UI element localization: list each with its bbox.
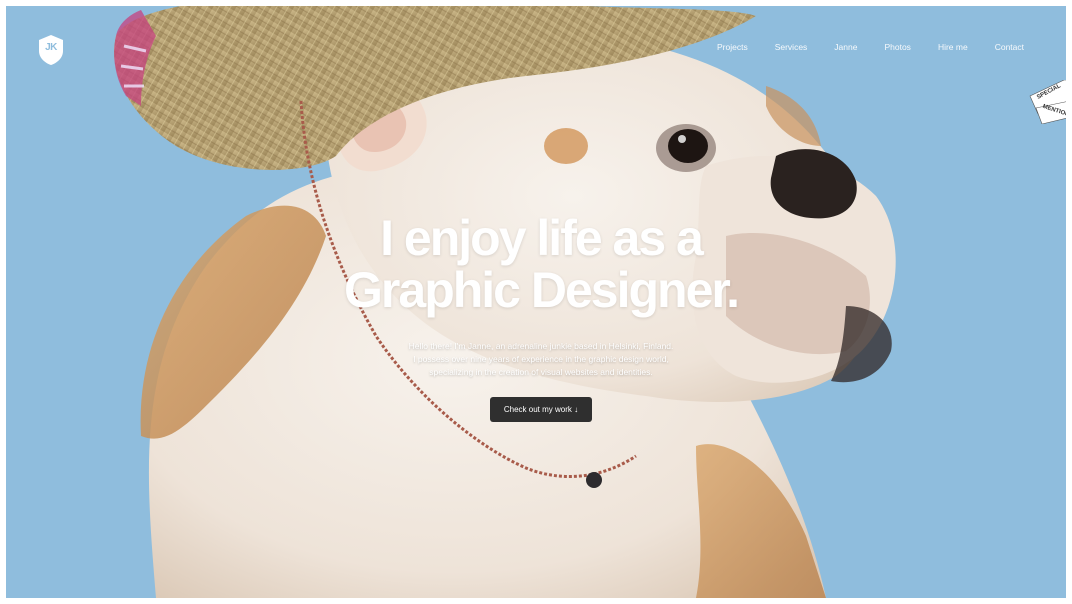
nav-item-projects[interactable]: Projects (717, 42, 748, 52)
hero-content: I enjoy life as a Graphic Designer. Hell… (306, 212, 776, 422)
hero-intro-line3: specializing in the creation of visual w… (429, 367, 653, 377)
nav-item-services[interactable]: Services (775, 42, 808, 52)
logo[interactable]: JK (38, 34, 64, 66)
hero-intro: Hello there! I'm Janne, an adrenaline ju… (306, 340, 776, 379)
hero-headline: I enjoy life as a Graphic Designer. (306, 212, 776, 316)
nav-item-janne[interactable]: Janne (834, 42, 857, 52)
hero-intro-line2: I possess over nine years of experience … (413, 354, 669, 364)
nav-item-photos[interactable]: Photos (884, 42, 910, 52)
main-nav: Projects Services Janne Photos Hire me C… (690, 42, 1024, 52)
logo-monogram: JK (45, 42, 57, 53)
check-out-work-button[interactable]: Check out my work ↓ (489, 397, 593, 422)
hero-headline-line1: I enjoy life as a (380, 210, 704, 266)
nav-item-hire-me[interactable]: Hire me (938, 42, 968, 52)
hero-intro-line1: Hello there! I'm Janne, an adrenaline ju… (408, 341, 674, 351)
special-mention-badge[interactable]: SPECIAL MENTION (1024, 79, 1066, 125)
hero-page: JK Projects Services Janne Photos Hire m… (6, 6, 1066, 598)
nav-item-contact[interactable]: Contact (995, 42, 1024, 52)
hero-headline-line2: Graphic Designer. (344, 262, 740, 318)
